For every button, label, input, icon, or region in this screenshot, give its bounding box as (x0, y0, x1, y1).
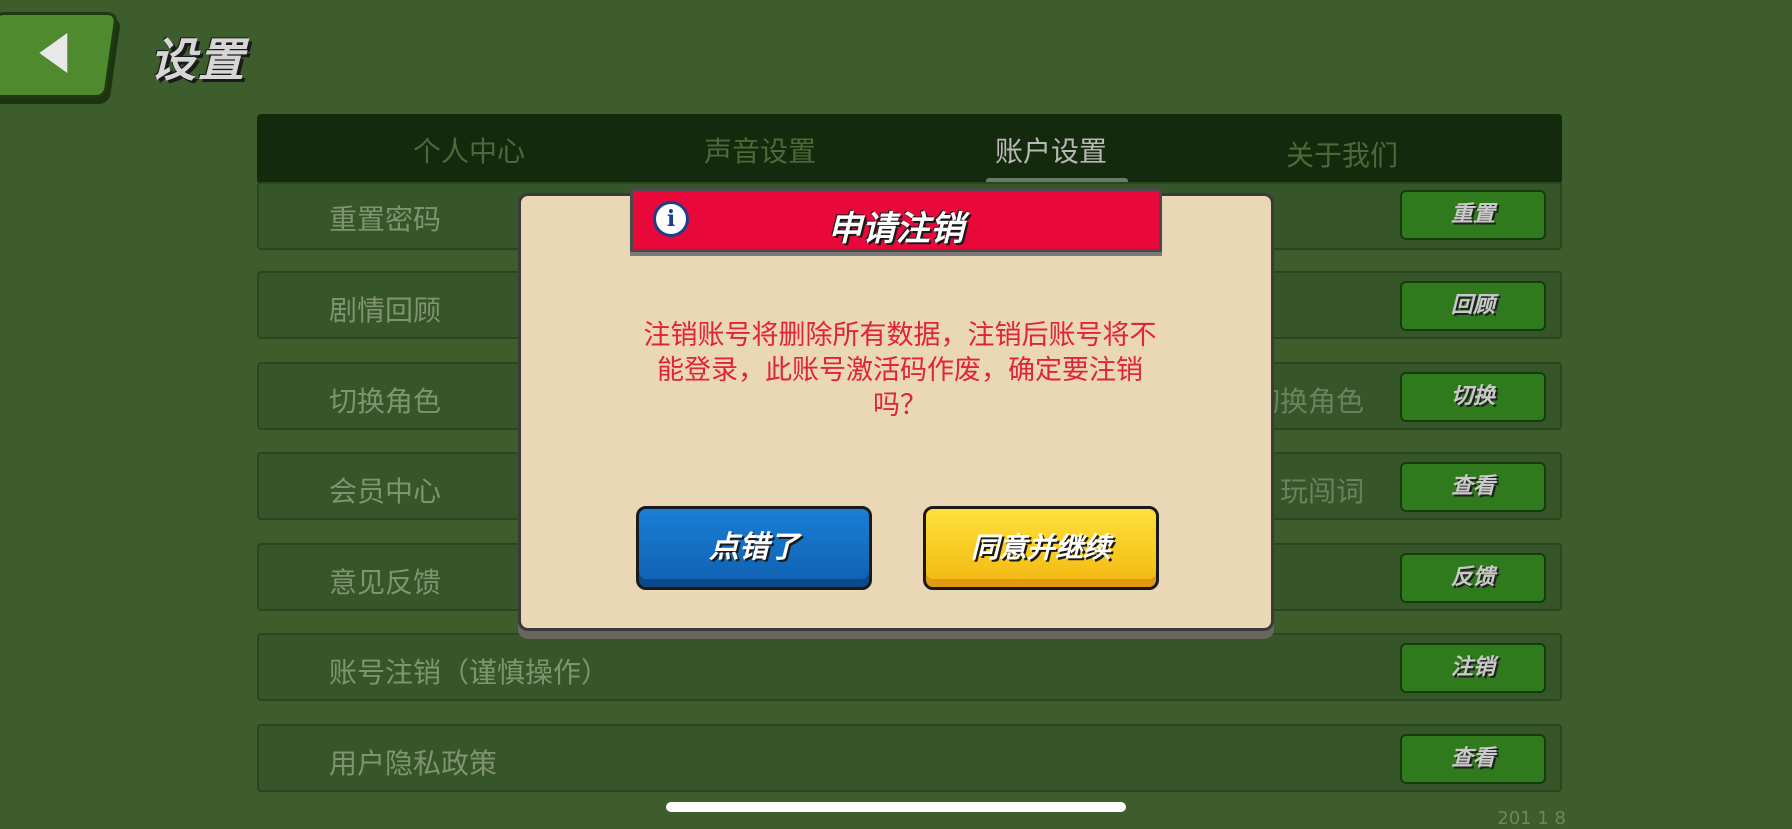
home-indicator[interactable] (666, 802, 1126, 812)
back-arrow-icon (39, 33, 68, 73)
row-label: 会员中心 (329, 475, 442, 508)
version-text: 201 1 8 (1497, 808, 1566, 829)
switch-button[interactable]: 切换 (1400, 372, 1546, 422)
dialog-header: i 申请注销 (630, 188, 1162, 252)
row-description: 玩闯词 (1279, 475, 1364, 508)
view-member-button[interactable]: 查看 (1400, 462, 1546, 512)
tab-about-us[interactable]: 关于我们 (1286, 134, 1398, 174)
row-label: 用户隐私政策 (329, 747, 498, 780)
row-label: 意见反馈 (329, 566, 442, 599)
view-privacy-button[interactable]: 查看 (1400, 734, 1546, 784)
settings-row-account-deletion: 账号注销（谨慎操作） 注销 (257, 633, 1562, 701)
cancel-button[interactable]: 点错了 (636, 506, 872, 590)
row-label: 剧情回顾 (329, 294, 442, 327)
dialog-title: 申请注销 (828, 209, 964, 249)
row-label: 账号注销（谨慎操作） (329, 656, 610, 689)
feedback-button[interactable]: 反馈 (1400, 553, 1546, 603)
settings-row-privacy-policy: 用户隐私政策 查看 (257, 724, 1562, 792)
row-label: 重置密码 (329, 203, 442, 236)
page-title: 设置 (150, 33, 246, 87)
review-button[interactable]: 回顾 (1400, 281, 1546, 331)
row-label: 切换角色 (329, 385, 442, 418)
dialog-message: 注销账号将删除所有数据，注销后账号将不能登录，此账号激活码作废，确定要注销吗？ (643, 320, 1157, 421)
deactivate-button[interactable]: 注销 (1400, 643, 1546, 693)
tab-sound-settings[interactable]: 声音设置 (704, 130, 816, 170)
tab-account-settings[interactable]: 账户设置 (995, 130, 1107, 170)
confirm-button[interactable]: 同意并继续 (923, 506, 1159, 590)
reset-button[interactable]: 重置 (1400, 190, 1546, 240)
back-button[interactable] (0, 12, 119, 98)
tab-bar: 个人中心 声音设置 账户设置 关于我们 (257, 114, 1562, 184)
tab-personal-center[interactable]: 个人中心 (413, 130, 525, 170)
